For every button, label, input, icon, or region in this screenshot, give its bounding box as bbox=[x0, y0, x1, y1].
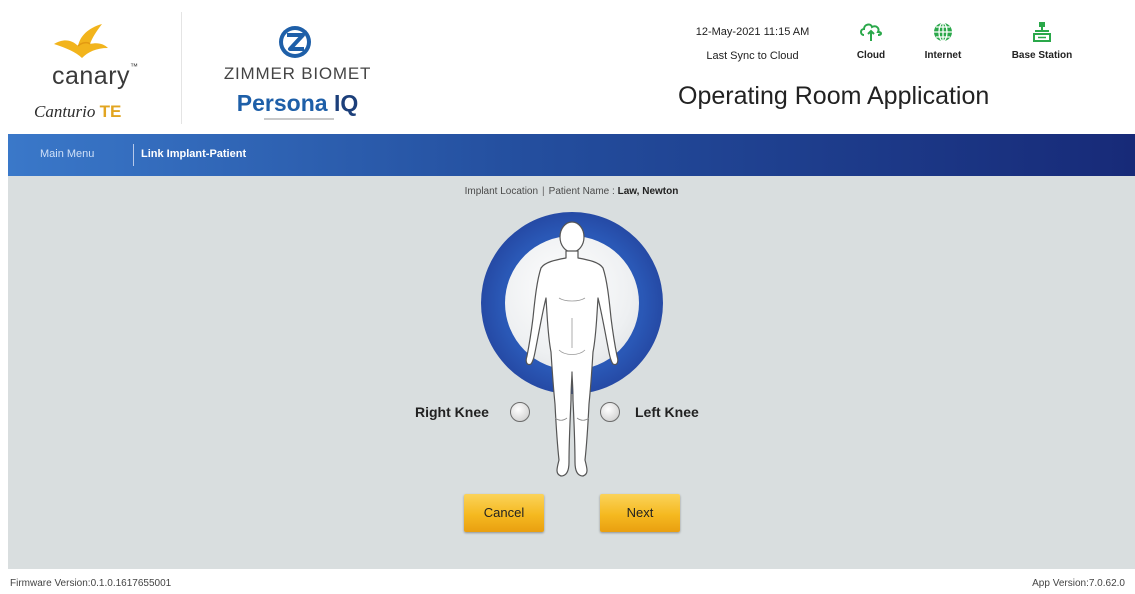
base-station-status: Base Station bbox=[997, 20, 1087, 61]
app-footer: Firmware Version:0.1.0.1617655001 App Ve… bbox=[0, 569, 1135, 594]
canary-wordmark: canary™ bbox=[52, 62, 139, 90]
globe-icon bbox=[934, 22, 952, 42]
cancel-button[interactable]: Cancel bbox=[464, 494, 544, 532]
last-sync-label: Last Sync to Cloud bbox=[706, 50, 799, 62]
patient-name-value: Law, Newton bbox=[617, 186, 679, 197]
implant-patient-info: Implant Location | Patient Name : Law, New… bbox=[464, 186, 679, 197]
internet-status: Internet bbox=[898, 20, 988, 61]
app-version: App Version:7.0.62.0 bbox=[1032, 578, 1125, 589]
left-knee-radio[interactable] bbox=[600, 402, 620, 422]
canary-logo: canary™ Canturio TE bbox=[30, 18, 150, 130]
base-station-icon bbox=[1033, 22, 1051, 42]
human-body-figure bbox=[525, 221, 619, 477]
persona-tagline-line bbox=[264, 118, 334, 120]
base-station-label: Base Station bbox=[1011, 50, 1073, 61]
firmware-version: Firmware Version:0.1.0.1617655001 bbox=[10, 578, 172, 589]
current-page-title: Link Implant-Patient bbox=[141, 148, 247, 160]
zimmer-z-icon bbox=[279, 26, 311, 58]
patient-name-label: Patient Name : bbox=[548, 186, 615, 197]
last-sync-datetime: 12-May-2021 11:15 AM bbox=[695, 26, 810, 38]
breadcrumb-bar: Main Menu Link Implant-Patient bbox=[8, 134, 1135, 176]
nav-separator bbox=[133, 144, 134, 166]
left-knee-label: Left Knee bbox=[635, 404, 699, 420]
zimmer-biomet-logo: ZIMMER BIOMET Persona IQ bbox=[210, 22, 385, 130]
app-header: canary™ Canturio TE ZIMMER BIOMET Person… bbox=[0, 0, 1135, 134]
canturio-wordmark: Canturio TE bbox=[34, 102, 122, 121]
header-divider bbox=[181, 12, 182, 124]
right-knee-radio[interactable] bbox=[510, 402, 530, 422]
main-content: Implant Location | Patient Name : Law, New… bbox=[8, 176, 1135, 569]
zimmer-biomet-wordmark: ZIMMER BIOMET bbox=[223, 64, 372, 83]
canary-bird-icon bbox=[54, 24, 108, 58]
app-title: Operating Room Application bbox=[678, 82, 990, 110]
cloud-icon bbox=[860, 23, 882, 41]
implant-location-label: Implant Location bbox=[464, 186, 539, 197]
internet-label: Internet bbox=[924, 50, 962, 61]
main-menu-link[interactable]: Main Menu bbox=[40, 148, 94, 160]
right-knee-label: Right Knee bbox=[415, 404, 489, 420]
next-button[interactable]: Next bbox=[600, 494, 680, 532]
persona-iq-wordmark: Persona IQ bbox=[236, 90, 359, 116]
